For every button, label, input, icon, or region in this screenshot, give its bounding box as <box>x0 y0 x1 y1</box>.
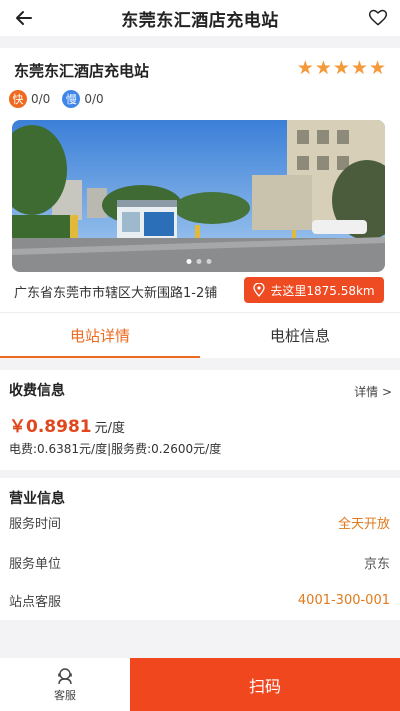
phone-number[interactable]: 4001-300-001 <box>298 593 390 608</box>
navigate-button[interactable]: 去这里1875.58km <box>244 277 384 303</box>
price: ￥0.8981 元/度 <box>9 412 125 437</box>
tab-label: 电桩信息 <box>269 327 330 345</box>
station-photo <box>12 120 385 272</box>
location-pin-icon <box>253 283 266 297</box>
fee-details-link[interactable]: 详情 > <box>354 383 392 400</box>
scan-button[interactable]: 扫码 <box>130 658 400 711</box>
fee-section: 收费信息 详情 > ￥0.8981 元/度 电费:0.6381元/度|服务费:0… <box>0 370 400 470</box>
carousel-dot[interactable] <box>186 259 191 264</box>
row-value: 全天开放 <box>337 516 390 532</box>
price-amount: ￥0.8981 <box>9 417 92 437</box>
slow-badge: 慢 <box>62 90 81 108</box>
fast-charger-count: 快 0/0 <box>9 90 50 108</box>
heart-icon <box>368 9 388 26</box>
slow-count: 0/0 <box>84 92 104 106</box>
customer-service-button[interactable]: 客服 <box>0 658 130 711</box>
carousel-dot[interactable] <box>196 259 201 264</box>
row-key: 站点客服 <box>9 594 62 610</box>
fee-title: 收费信息 <box>9 383 65 399</box>
page-title: 东莞东汇酒店充电站 <box>121 10 279 31</box>
charger-counts: 快 0/0 慢 0/0 <box>9 90 104 108</box>
price-unit: 元/度 <box>94 421 125 436</box>
carousel-dot[interactable] <box>206 259 211 264</box>
station-name: 东莞东汇酒店充电站 <box>14 62 150 80</box>
business-title: 营业信息 <box>9 491 65 507</box>
fast-count: 0/0 <box>31 92 51 106</box>
fast-badge: 快 <box>9 90 27 108</box>
star-icon: ★ <box>332 57 350 79</box>
back-arrow-icon <box>16 11 32 25</box>
slow-charger-count: 慢 0/0 <box>62 90 104 108</box>
fee-breakdown: 电费:0.6381元/度|服务费:0.2600元/度 <box>9 442 222 456</box>
info-row-support-phone[interactable]: 站点客服 4001-300-001 <box>9 590 390 610</box>
navigate-label: 去这里1875.58km <box>270 283 375 298</box>
row-value: 京东 <box>363 556 390 572</box>
business-section: 营业信息 服务时间 全天开放 服务单位 京东 站点客服 4001-300-001 <box>0 478 400 620</box>
detail-tabs: 电站详情 电桩信息 <box>0 312 400 358</box>
station-photo-carousel[interactable] <box>12 120 385 272</box>
top-bar: 东莞东汇酒店充电站 <box>0 0 400 36</box>
tab-charger-info[interactable]: 电桩信息 <box>200 313 400 358</box>
row-key: 服务单位 <box>9 556 62 572</box>
star-icon: ★ <box>314 57 332 79</box>
info-row-service-unit: 服务单位 京东 <box>9 552 390 572</box>
customer-service-icon <box>58 667 72 684</box>
back-button[interactable] <box>10 4 38 32</box>
info-row-service-time: 服务时间 全天开放 <box>9 512 390 532</box>
favorite-button[interactable] <box>364 4 392 32</box>
carousel-dots <box>186 259 211 264</box>
bottom-bar: 客服 扫码 <box>0 658 400 711</box>
row-key: 服务时间 <box>9 516 62 532</box>
customer-service-label: 客服 <box>54 688 76 702</box>
station-card: 东莞东汇酒店充电站 ★ ★ ★ ★ ★ 快 0/0 慢 0/0 广东省东莞市市辖… <box>0 48 400 312</box>
star-icon: ★ <box>296 57 314 79</box>
star-icon: ★ <box>368 57 386 79</box>
tab-label: 电站详情 <box>69 327 130 345</box>
rating-stars: ★ ★ ★ ★ ★ <box>297 58 386 78</box>
star-icon: ★ <box>350 57 368 79</box>
tab-station-details[interactable]: 电站详情 <box>0 313 200 358</box>
scan-label: 扫码 <box>248 676 281 696</box>
station-address: 广东省东莞市市辖区大新围路1-2铺 <box>14 286 218 301</box>
